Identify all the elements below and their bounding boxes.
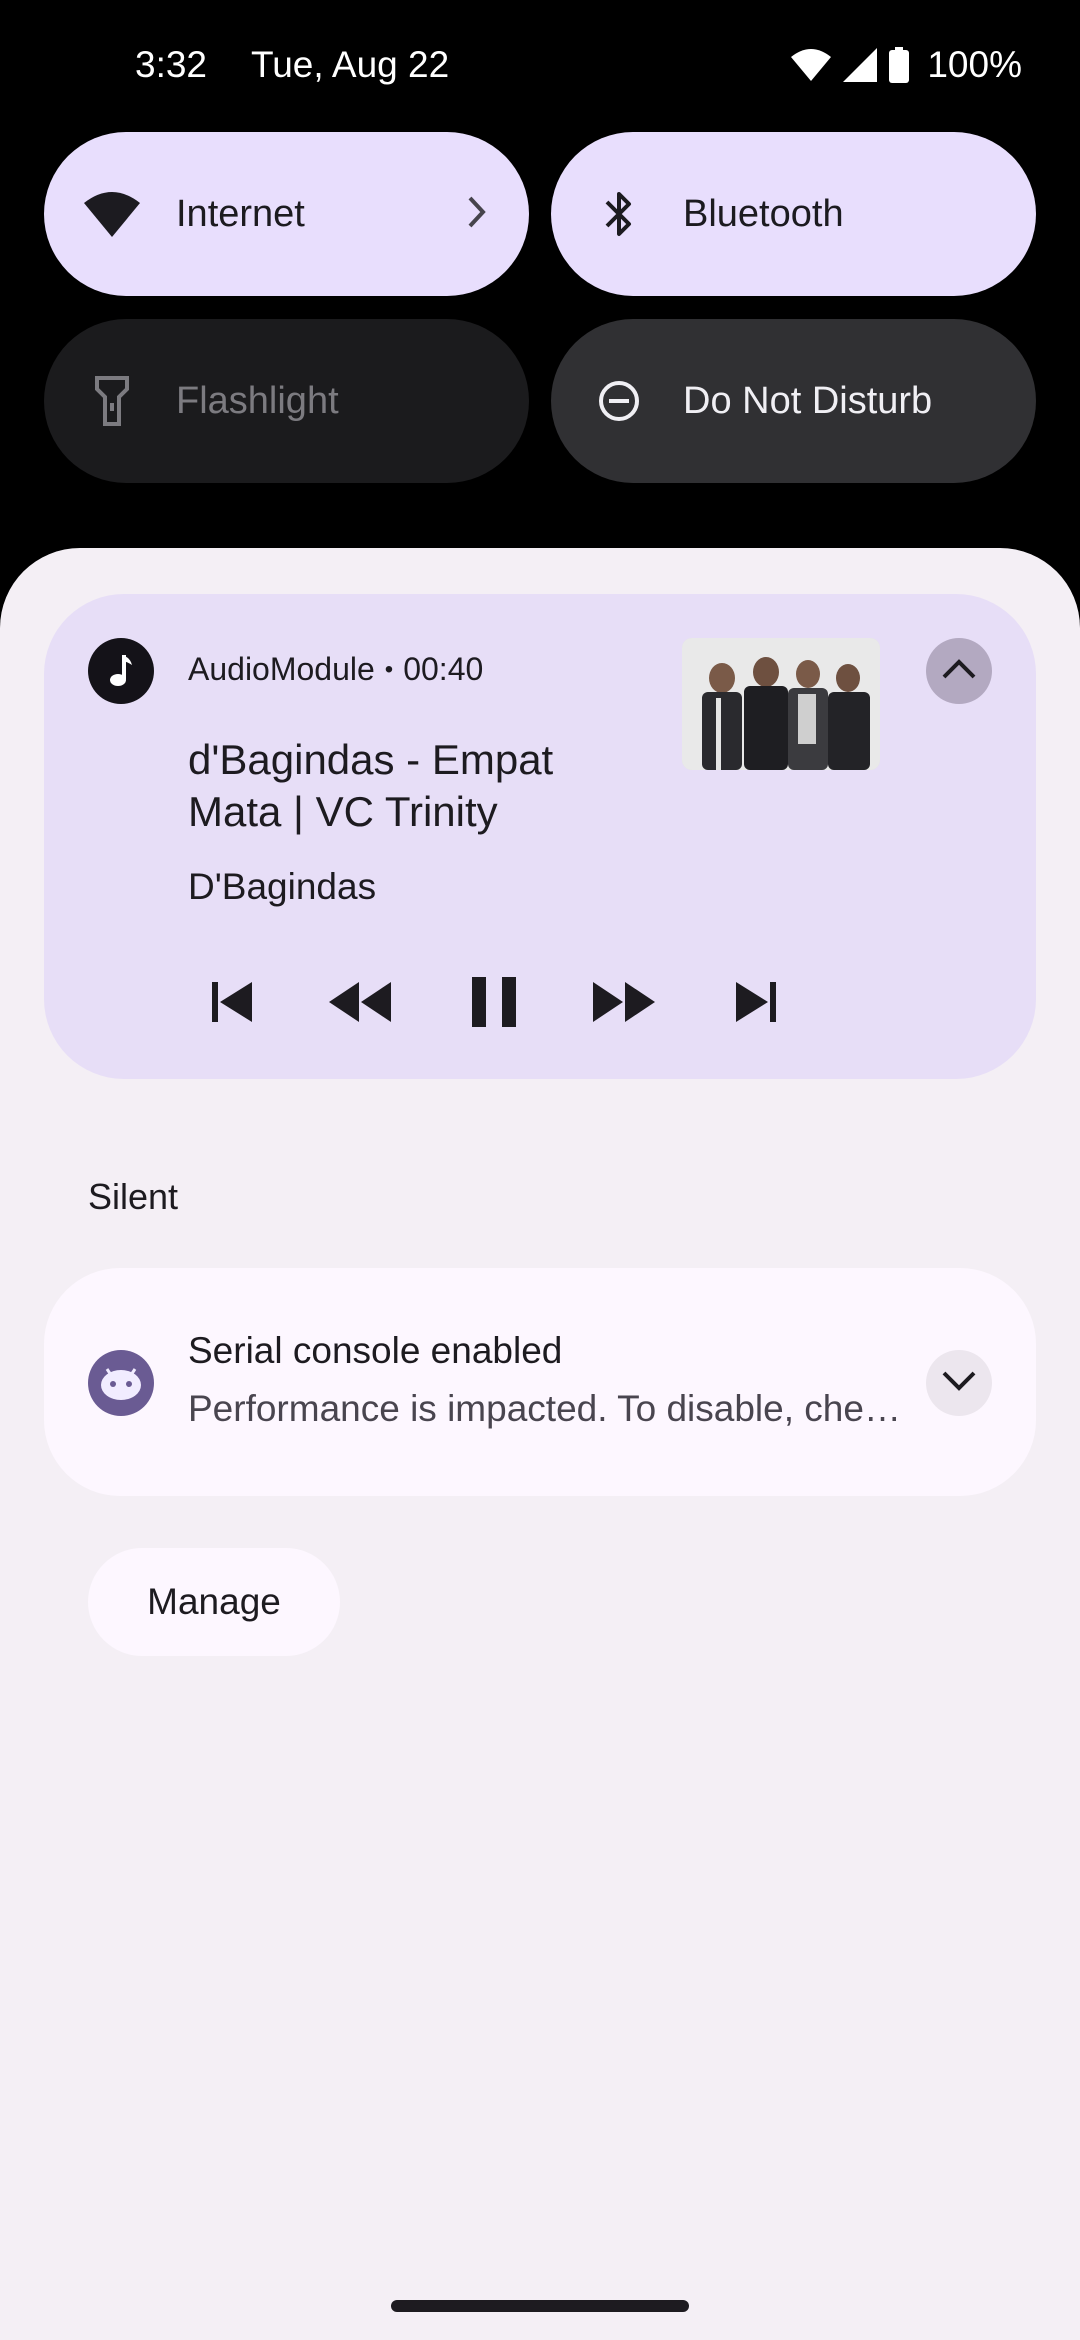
- flashlight-icon: [84, 373, 140, 429]
- rewind-icon: [327, 979, 393, 1030]
- status-icons: 100%: [791, 40, 1022, 90]
- status-time: 3:32: [135, 44, 208, 85]
- status-date: Tue, Aug 22: [251, 44, 450, 85]
- wifi-icon: [84, 186, 140, 242]
- notification-serial-console[interactable]: Serial console enabled Performance is im…: [44, 1268, 1036, 1496]
- manage-button[interactable]: Manage: [88, 1548, 340, 1656]
- battery-icon: [889, 47, 910, 83]
- wifi-icon: [791, 48, 832, 82]
- dnd-icon: [591, 373, 647, 429]
- tile-flashlight[interactable]: Flashlight: [44, 319, 529, 483]
- notification-title: Serial console enabled: [188, 1330, 563, 1371]
- fast-forward-button[interactable]: [580, 954, 668, 1054]
- pause-icon: [470, 975, 518, 1034]
- rewind-button[interactable]: [316, 954, 404, 1054]
- pause-button[interactable]: [450, 954, 538, 1054]
- tile-dnd-label: Do Not Disturb: [683, 379, 933, 422]
- tile-internet[interactable]: Internet: [44, 132, 529, 296]
- skip-previous-icon: [208, 978, 256, 1031]
- battery-percent: 100%: [927, 44, 1022, 85]
- media-app-name: AudioModule: [188, 651, 375, 687]
- bluetooth-icon: [591, 186, 647, 242]
- skip-next-icon: [732, 978, 780, 1031]
- tile-internet-label: Internet: [176, 192, 305, 235]
- silent-section-label: Silent: [88, 1176, 179, 1217]
- notification-body: Performance is impacted. To disable, che…: [188, 1388, 908, 1429]
- chevron-up-icon: [941, 658, 977, 685]
- notification-shade-screen: 3:32 Tue, Aug 22 100% Internet Bluetooth…: [0, 0, 1080, 2340]
- status-bar: 3:32 Tue, Aug 22 100%: [0, 0, 1080, 132]
- signal-icon: [843, 48, 878, 82]
- tile-do-not-disturb[interactable]: Do Not Disturb: [551, 319, 1036, 483]
- tile-flashlight-label: Flashlight: [176, 379, 339, 422]
- media-elapsed: 00:40: [403, 651, 484, 687]
- album-art: [682, 638, 880, 770]
- navigation-handle[interactable]: [391, 2300, 689, 2312]
- media-player-card[interactable]: AudioModule • 00:40 d'Bagindas - Empat M…: [44, 594, 1036, 1079]
- header-separator-dot: •: [384, 655, 394, 683]
- chevron-right-icon: [465, 190, 489, 239]
- tile-bluetooth[interactable]: Bluetooth: [551, 132, 1036, 296]
- skip-next-button[interactable]: [712, 954, 800, 1054]
- media-title: d'Bagindas - Empat Mata | VC Trinity: [188, 736, 554, 835]
- fast-forward-icon: [591, 979, 657, 1030]
- android-debug-icon: [88, 1350, 154, 1416]
- media-controls: [188, 954, 828, 1054]
- tile-bluetooth-label: Bluetooth: [683, 192, 844, 235]
- expand-notification-button[interactable]: [926, 1350, 992, 1416]
- music-note-icon: [88, 638, 154, 704]
- skip-previous-button[interactable]: [188, 954, 276, 1054]
- chevron-down-icon: [941, 1370, 977, 1397]
- media-header: AudioModule • 00:40: [188, 651, 483, 688]
- media-artist: D'Bagindas: [188, 866, 377, 907]
- collapse-button[interactable]: [926, 638, 992, 704]
